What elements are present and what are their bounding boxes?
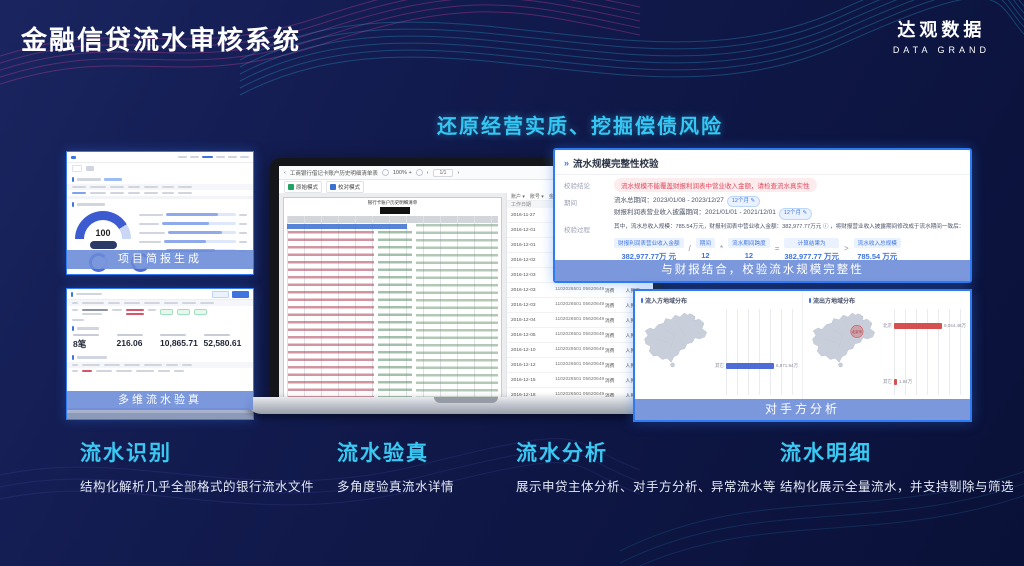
slide: 金融信贷流水审核系统 达观数据 DATA GRAND 还原经营实质、挖掘偿债风险 [0,0,1024,566]
feature-desc: 结构化展示全量流水，并支持剔除与筛选 [780,476,1014,495]
original-mode-button[interactable]: 原始模式 [284,181,322,193]
table-row[interactable]: 2016-12-12 1102026501 05620649 消费 人民币 [507,358,653,373]
verify-detail-row[interactable] [67,368,253,374]
slide-subtitle: 还原经营实质、挖掘偿债风险 [300,110,860,139]
briefing-progress-list [133,209,253,255]
feature-desc: 多角度验真流水详情 [337,476,454,495]
inflow-title: 流入方地域分布 [645,296,687,305]
feature-detail: 流水明细 结构化展示全量流水，并支持剔除与筛选 [780,437,1014,495]
feature-recognition: 流水识别 结构化解析几乎全部格式的银行流水文件 [80,437,314,495]
completeness-check-panel: » 流水规模完整性校验 校验结论 流水规模不能覆盖财报利润表中营业收入金额，请检… [553,148,972,283]
table-row[interactable]: 2016-12-03 1102026501 05620649 消费 人民币 [507,298,653,313]
redaction-box [380,207,410,214]
page-indicator[interactable]: 1/1 [433,169,454,177]
feature-desc: 结构化解析几乎全部格式的银行流水文件 [80,476,314,495]
check-caption: 与财报结合，校验流水规模完整性 [555,260,970,281]
verify-detail-section-label [67,352,253,362]
check-formula: 财报利润表营业收入金额382,977.77万 元 / 期间12 * 流水期间跨度… [614,238,970,262]
stat-item: 52,580.61 [204,334,248,350]
period-badge[interactable]: 12个月 ✎ [779,208,812,219]
verify-table-row[interactable] [67,306,253,317]
next-page-icon[interactable]: › [457,170,459,176]
doc-title: 工商银行借记卡账户历史明细清单表 [290,169,378,177]
process-text: 其中，流水总收入规模：785.54万元，财报利润表中营业收入金额：382,977… [614,222,964,230]
grid-icon [330,184,336,190]
china-map: 北京市 [805,307,887,376]
selected-scan-row[interactable] [287,224,407,229]
stat-value: 216.06 [117,338,161,348]
verify-toolbar [67,289,253,300]
refresh-icon[interactable] [382,169,389,176]
briefing-caption: 项目简报生成 [67,250,253,269]
table-row[interactable]: 2016-12-15 1102026501 05620649 消费 人民币 [507,373,653,388]
period-line-1: 流水总期间：2023/01/08 - 2023/12/2712个月 ✎ [614,195,812,207]
proof-mode-button[interactable]: 校对模式 [326,181,364,193]
feature-verification: 流水验真 多角度验真流水详情 [337,437,454,495]
verify-button[interactable] [212,291,229,298]
score-gauge: 100 [75,211,133,253]
briefing-screenshot: 100 项目简报生成 [66,151,254,275]
check-panel-title: » 流水规模完整性校验 [555,150,970,175]
stat-value: 8笔 [73,338,117,350]
period-badge[interactable]: 12个月 ✎ [727,196,760,207]
briefing-navbar [67,152,253,163]
brand-name-cn: 达观数据 [893,16,990,42]
score-value: 100 [75,228,131,238]
fit-icon[interactable] [416,169,423,176]
period-line-2: 财报利润表营业收入披露期间：2021/01/01 - 2021/12/0112个… [614,207,812,219]
verify-stats: 8笔 216.06 10,865.71 52,580.61 [67,333,253,352]
page-title: 金融信贷流水审核系统 [21,20,301,57]
stat-value: 10,865.71 [160,338,204,348]
stat-item: 10,865.71 [160,334,204,350]
period-label: 期间 [564,195,614,207]
region-marker-label: 北京市 [852,329,863,334]
stat-value: 52,580.61 [204,338,248,348]
table-row[interactable]: 2016-12-05 1102026501 05620649 消费 人民币 [507,328,653,343]
briefing-section-label [67,174,253,184]
back-icon[interactable]: ‹ [284,170,286,176]
process-label: 校验过程 [564,222,614,234]
score-pill [90,241,117,249]
table-row[interactable]: 2016-12-03 1102026501 05620649 消费 人民币 [507,283,653,298]
verify-caption: 多维流水验真 [67,391,253,410]
briefing-score-section-label [67,199,253,209]
stat-item: 8笔 [73,334,117,350]
table-row[interactable]: 2016-12-10 1102026501 05620649 消费 人民币 [507,343,653,358]
outflow-title: 流出方地域分布 [813,296,855,305]
feature-title: 流水识别 [80,437,314,467]
feature-analysis: 流水分析 展示申贷主体分析、对手方分析、异常流水等 [516,437,776,495]
counterparty-analysis-panel: 流入方地域分布 其它 6,871.84万 流出方地域分布 [633,289,972,422]
edit-icon: ✎ [751,198,756,204]
verify-stats-section-label [67,323,253,333]
grid-icon [288,184,294,190]
verify-screenshot: 8笔 216.06 10,865.71 52,580.61 [66,288,254,420]
edit-icon: ✎ [803,210,808,216]
table-row[interactable]: 2016-12-04 1102026501 05620649 消费 人民币 [507,313,653,328]
feature-title: 流水分析 [516,437,776,467]
conclusion-alert: 流水规模不能覆盖财报利润表中营业收入金额，请检查流水真实性 [614,178,817,192]
feature-title: 流水明细 [780,437,1014,467]
statement-scan-area: 银行卡账户历史明细清单 [279,193,506,398]
brand-name-en: DATA GRAND [893,45,990,55]
conclusion-label: 校验结论 [564,178,614,190]
zoom-control[interactable]: 100% + [393,170,412,176]
feature-desc: 展示申贷主体分析、对手方分析、异常流水等 [516,476,776,495]
briefing-tabs[interactable] [67,163,253,174]
inflow-bar-chart: 其它 6,871.84万 [726,309,798,395]
prev-page-icon[interactable]: ‹ [427,170,429,176]
outflow-bar-chart: 北京 9,044.48万 其它 1.84万 [894,309,966,395]
scan-doc-title: 银行卡账户历史明细清单 [284,200,501,206]
verify-button[interactable] [232,291,249,298]
laptop-base [247,397,685,414]
brand-logo: 达观数据 DATA GRAND [893,16,990,55]
chevron-right-icon: » [564,158,569,168]
analysis-caption: 对手方分析 [635,399,970,420]
feature-title: 流水验真 [337,437,454,467]
stat-item: 216.06 [117,334,161,350]
